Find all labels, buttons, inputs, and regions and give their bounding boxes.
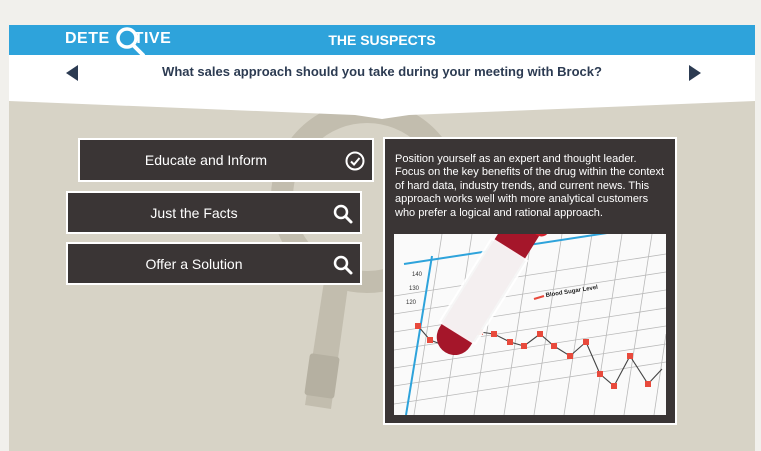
choice-just-the-facts[interactable]: Just the Facts: [66, 191, 362, 234]
triangle-right-icon[interactable]: [689, 65, 701, 81]
tick-label: 140: [412, 272, 423, 278]
choice-label: Offer a Solution: [145, 255, 243, 272]
tick-label: 130: [409, 286, 420, 292]
detail-panel: Position yourself as an expert and thoug…: [383, 137, 677, 425]
tick-label: 120: [406, 300, 417, 306]
chart-photo: 140 130 120 Blood Sugar Level: [394, 234, 666, 415]
search-icon: [333, 255, 353, 275]
detail-description: Position yourself as an expert and thoug…: [395, 153, 665, 219]
section-title: THE SUSPECTS: [328, 32, 436, 48]
blood-sample-chart-image: 140 130 120 Blood Sugar Level: [394, 234, 666, 415]
choice-label: Just the Facts: [150, 204, 238, 221]
question-text: What sales approach should you take duri…: [162, 64, 602, 79]
choice-educate-and-inform[interactable]: Educate and Inform: [78, 138, 374, 182]
search-icon: [333, 204, 353, 224]
checkmark-circle-icon: [345, 151, 365, 171]
choice-label: Educate and Inform: [144, 152, 268, 168]
stage: DETE TIVE THE SUSPECTS What sales approac…: [9, 25, 755, 451]
top-bar: DETE TIVE THE SUSPECTS: [9, 25, 755, 57]
choice-offer-a-solution[interactable]: Offer a Solution: [66, 242, 362, 285]
